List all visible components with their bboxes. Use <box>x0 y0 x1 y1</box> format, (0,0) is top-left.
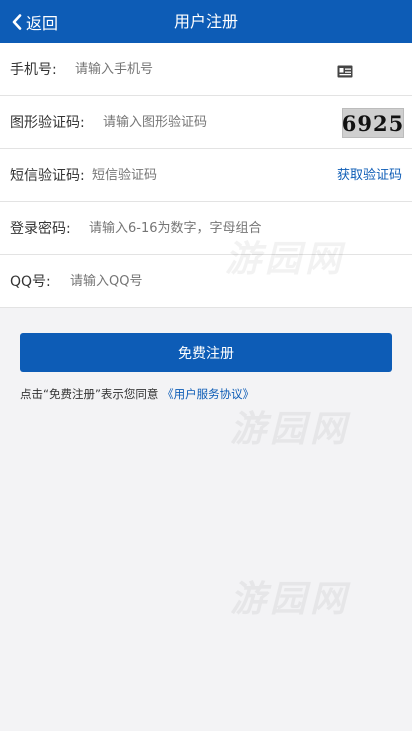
qq-label: QQ号: <box>10 274 51 290</box>
sms-code-label: 短信验证码: <box>10 168 85 184</box>
service-agreement-link[interactable]: 《用户服务协议》 <box>162 387 254 401</box>
registration-form: 手机号: 图形验证码: 6925 短信验证码: 获取验证码 登录密码: QQ号: <box>0 43 412 308</box>
phone-row: 手机号: <box>0 43 412 96</box>
agreement-text: 点击“免费注册”表示您同意 《用户服务协议》 <box>20 386 254 402</box>
qq-row: QQ号: <box>0 255 412 308</box>
image-code-input[interactable] <box>103 107 333 137</box>
watermark-logo: 游园网 <box>230 409 351 450</box>
agreement-prefix: 点击“免费注册”表示您同意 <box>20 387 159 401</box>
sms-code-input[interactable] <box>92 160 292 190</box>
password-label: 登录密码: <box>10 221 71 237</box>
top-bar: 返回 用户注册 <box>0 0 412 43</box>
image-code-row: 图形验证码: 6925 <box>0 96 412 149</box>
id-card-icon <box>337 63 353 82</box>
password-input[interactable] <box>89 213 389 243</box>
image-code-label: 图形验证码: <box>10 115 85 131</box>
sms-code-row: 短信验证码: 获取验证码 <box>0 149 412 202</box>
captcha-image[interactable]: 6925 <box>342 108 404 138</box>
password-row: 登录密码: <box>0 202 412 255</box>
get-code-button[interactable]: 获取验证码 <box>337 149 402 202</box>
watermark-logo: 游园网 <box>230 579 351 620</box>
qq-input[interactable] <box>70 266 370 296</box>
register-button[interactable]: 免费注册 <box>20 333 392 372</box>
phone-input[interactable] <box>75 54 315 84</box>
page-title: 用户注册 <box>173 12 238 31</box>
phone-label: 手机号: <box>10 62 57 78</box>
